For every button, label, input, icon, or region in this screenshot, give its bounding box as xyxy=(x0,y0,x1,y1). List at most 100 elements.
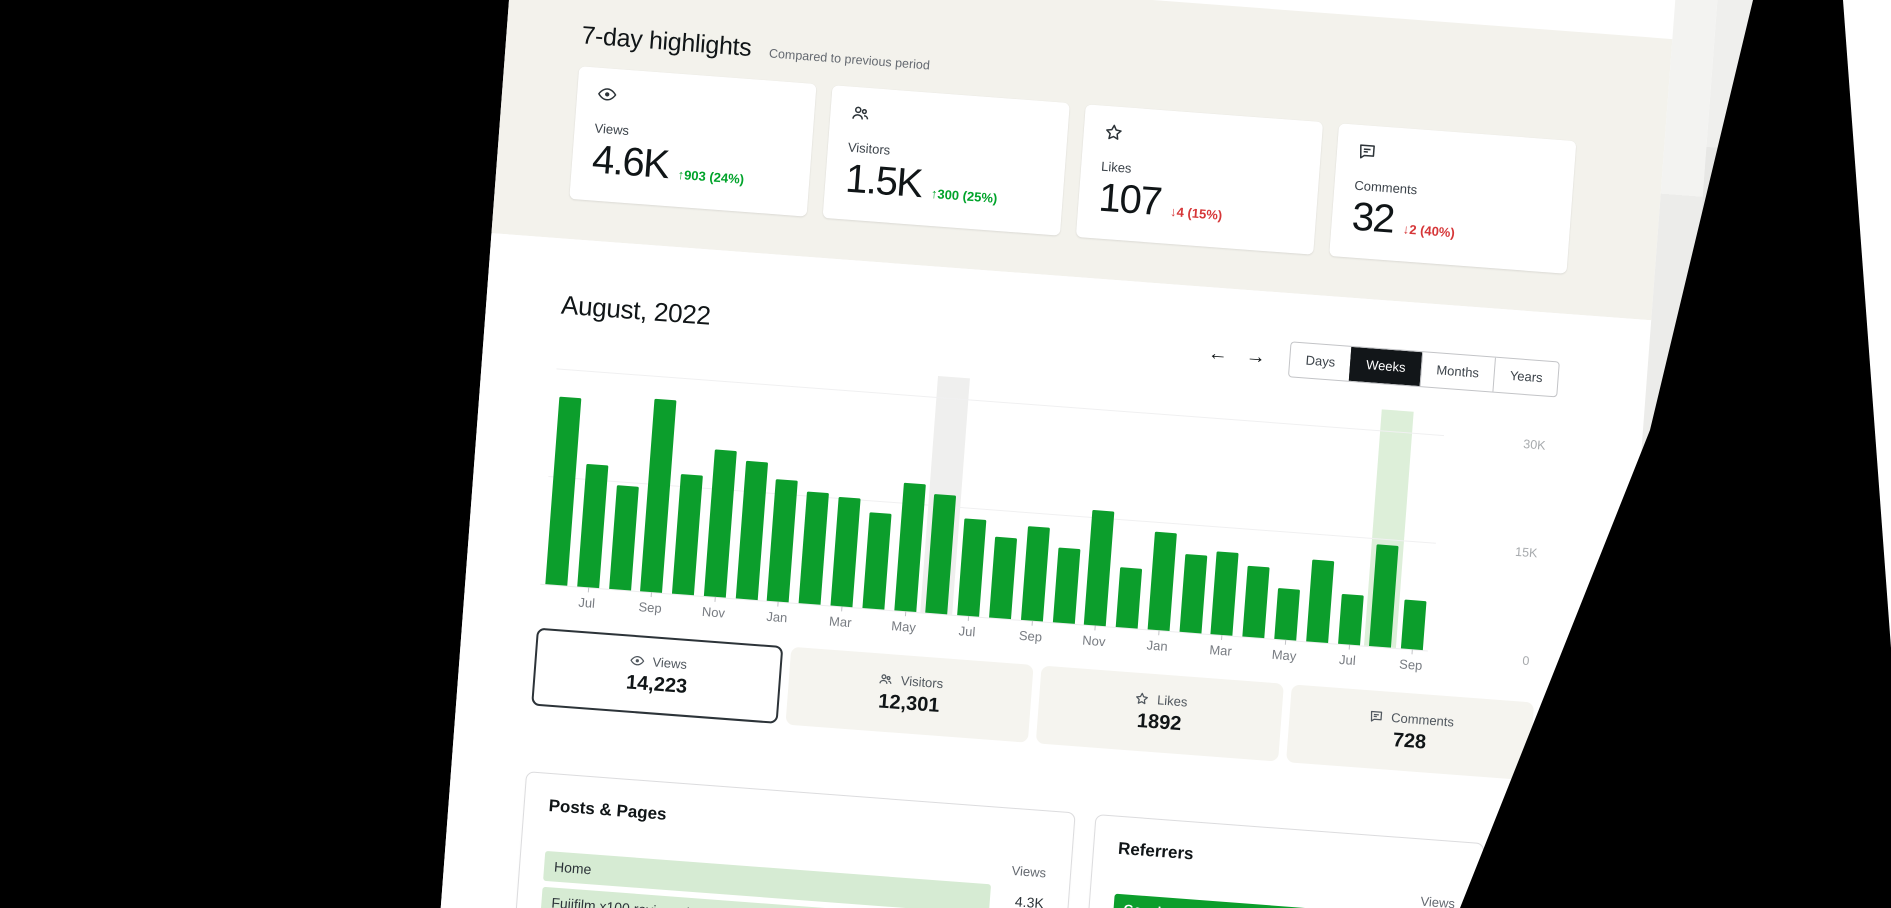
x-axis-tick xyxy=(1285,640,1286,645)
chart-bar[interactable] xyxy=(1084,510,1115,627)
comparison-subtitle: Compared to previous period xyxy=(769,46,931,72)
chart-bar[interactable] xyxy=(577,464,608,588)
tab-months[interactable]: Months xyxy=(1419,352,1495,391)
chart-bar[interactable] xyxy=(640,399,676,593)
tab-weeks[interactable]: Weeks xyxy=(1349,347,1422,386)
screenshot-stage: 7-day highlights Compared to previous pe… xyxy=(0,0,1891,908)
comment-icon xyxy=(1368,708,1384,724)
chart-bar[interactable] xyxy=(862,512,891,610)
chart-bar[interactable] xyxy=(989,536,1017,619)
summary-value: 1892 xyxy=(1136,710,1182,736)
x-axis-label: May xyxy=(881,617,926,635)
summary-label: Likes xyxy=(1157,692,1188,709)
summary-label: Comments xyxy=(1391,710,1455,730)
chart-bar[interactable] xyxy=(1338,593,1364,645)
chart-bar[interactable] xyxy=(957,518,986,617)
period-tabs: Days Weeks Months Years xyxy=(1288,341,1559,397)
y-axis-label: 30K xyxy=(1465,433,1546,453)
chart-bar[interactable] xyxy=(609,485,639,590)
x-axis-label: Jul xyxy=(564,594,609,612)
chart-bar[interactable] xyxy=(672,474,703,595)
x-axis-label: Sep xyxy=(1008,627,1053,645)
chart-bar[interactable] xyxy=(735,461,767,600)
y-axis-label: 15K xyxy=(1457,540,1538,560)
likes-highlight-card: Likes 107 ↓4 (15%) xyxy=(1076,104,1323,254)
summary-card-comments[interactable]: Comments 728 xyxy=(1286,684,1534,780)
x-axis-tick xyxy=(904,611,905,616)
chart-bar[interactable] xyxy=(545,397,581,586)
stat-delta: ↑300 (25%) xyxy=(930,186,997,206)
x-axis-label: Jan xyxy=(754,608,799,626)
chart-bar[interactable] xyxy=(1179,553,1207,633)
x-axis-label: May xyxy=(1262,646,1307,664)
eye-icon xyxy=(596,84,617,105)
y-axis-label: 0 xyxy=(1449,648,1530,668)
chart-bar[interactable] xyxy=(831,496,861,607)
visitors-highlight-card: Visitors 1.5K ↑300 (25%) xyxy=(823,85,1070,235)
period-title: August, 2022 xyxy=(560,289,712,331)
x-axis-tick xyxy=(968,616,969,621)
chart-bar[interactable] xyxy=(1243,566,1270,638)
post-views-value: 4.3K xyxy=(989,891,1044,908)
stats-page: 7-day highlights Compared to previous pe… xyxy=(419,0,1759,908)
summary-card-views[interactable]: Views 14,223 xyxy=(531,628,783,724)
prev-period-arrow-icon[interactable]: ← xyxy=(1207,343,1228,364)
views-bar-chart[interactable]: 30K15K0JulSepNovJanMarMayJulSepNovJanMar… xyxy=(538,332,1556,690)
stat-value: 1.5K xyxy=(844,157,923,208)
summary-value: 728 xyxy=(1392,729,1427,754)
chart-bar[interactable] xyxy=(704,450,737,598)
views-highlight-card: Views 4.6K ↑903 (24%) xyxy=(569,66,816,216)
summary-label: Views xyxy=(652,654,687,672)
x-axis-tick xyxy=(1412,649,1413,654)
summary-label: Visitors xyxy=(900,673,943,691)
x-axis-label: Jul xyxy=(945,622,990,640)
x-axis-label: Nov xyxy=(1071,632,1116,650)
x-axis-tick xyxy=(1348,644,1349,649)
posts-pages-card: Posts & Pages Views Home 4.3K Fujifilm x… xyxy=(511,771,1076,908)
next-period-arrow-icon[interactable]: → xyxy=(1245,346,1266,367)
chart-bar[interactable] xyxy=(1211,552,1239,636)
x-axis-label: Mar xyxy=(1198,641,1243,659)
x-axis-tick xyxy=(588,587,589,592)
page-title: 7-day highlights xyxy=(580,21,752,63)
x-axis-label: Sep xyxy=(628,598,673,616)
x-axis-tick xyxy=(1158,630,1159,635)
x-axis-label: Jul xyxy=(1325,651,1370,669)
stat-value: 4.6K xyxy=(591,137,670,188)
x-axis-tick xyxy=(651,592,652,597)
x-axis-tick xyxy=(1095,625,1096,630)
post-link[interactable]: Home xyxy=(544,858,592,878)
summary-value: 14,223 xyxy=(625,671,688,699)
chart-bar[interactable] xyxy=(1306,559,1334,643)
x-axis-tick xyxy=(714,597,715,602)
chart-bar[interactable] xyxy=(1274,588,1300,641)
x-axis-tick xyxy=(841,606,842,611)
referrer-link[interactable]: Google xyxy=(1122,894,1169,908)
tab-years[interactable]: Years xyxy=(1493,358,1559,397)
stat-value: 32 xyxy=(1350,195,1395,243)
star-icon xyxy=(1134,691,1150,707)
x-axis-tick xyxy=(778,602,779,607)
chart-bar[interactable] xyxy=(1052,548,1080,624)
x-axis-tick xyxy=(1031,621,1032,626)
chart-bar[interactable] xyxy=(1147,532,1176,631)
summary-card-likes[interactable]: Likes 1892 xyxy=(1036,666,1284,762)
x-axis-label: Mar xyxy=(818,613,863,631)
x-axis-label: Nov xyxy=(691,603,736,621)
x-axis-label: Sep xyxy=(1388,656,1433,674)
chart-bar[interactable] xyxy=(767,479,798,602)
people-icon xyxy=(877,671,893,687)
chart-bar[interactable] xyxy=(1021,526,1050,621)
stat-delta: ↑903 (24%) xyxy=(677,167,744,187)
chart-bar[interactable] xyxy=(799,492,829,605)
chart-bar[interactable] xyxy=(1116,567,1142,629)
comment-icon xyxy=(1356,141,1377,162)
tab-days[interactable]: Days xyxy=(1289,342,1351,380)
summary-card-visitors[interactable]: Visitors 12,301 xyxy=(785,647,1033,743)
star-icon xyxy=(1103,122,1124,143)
referrers-card: Referrers Views Google 6.2K xyxy=(1080,814,1485,908)
summary-value: 12,301 xyxy=(877,690,940,718)
people-icon xyxy=(850,103,871,124)
chart-bar[interactable] xyxy=(1401,600,1427,651)
eye-icon xyxy=(629,653,645,669)
